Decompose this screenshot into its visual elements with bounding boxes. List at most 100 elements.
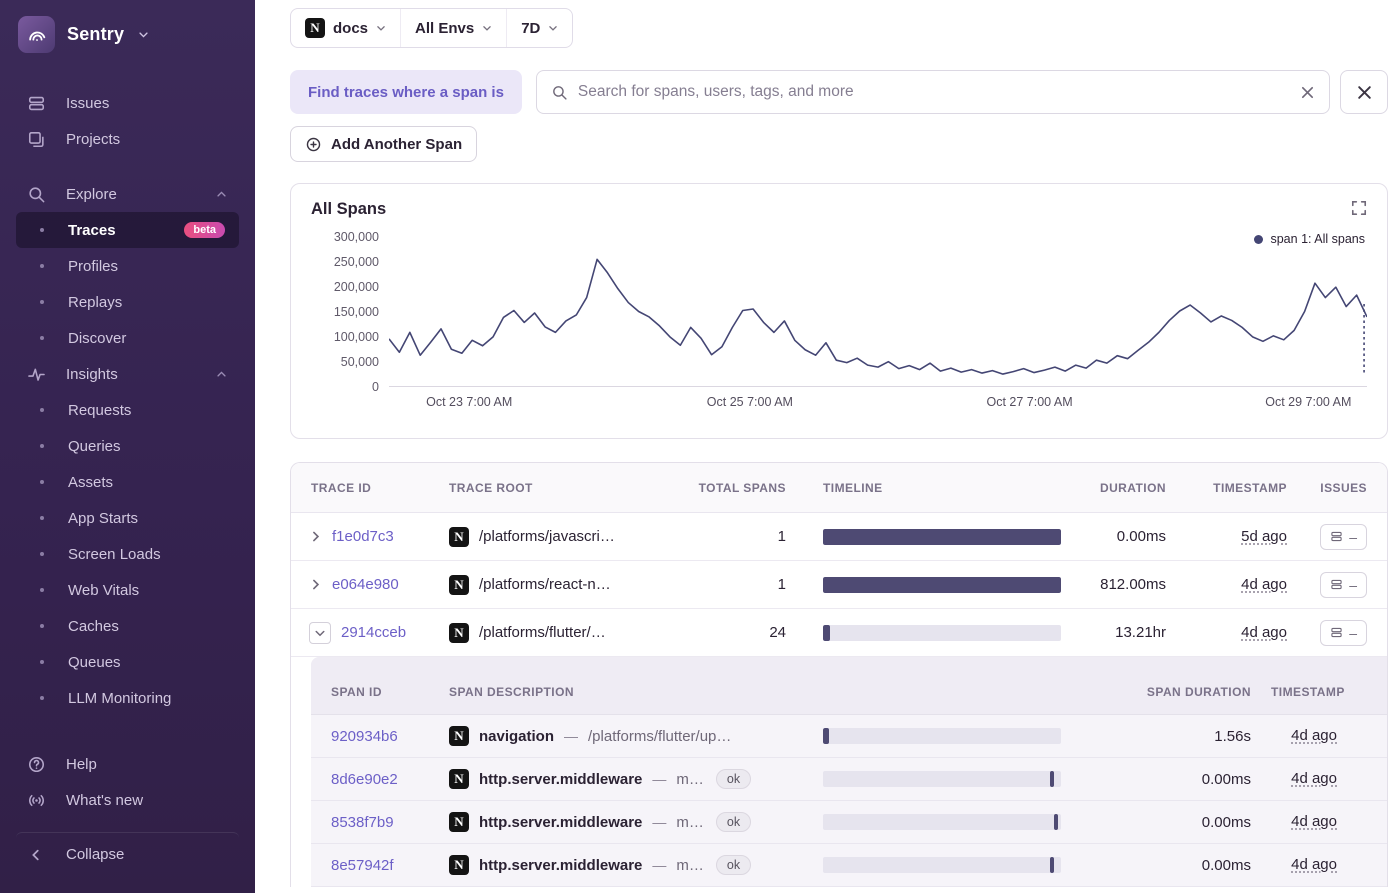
sidebar-section-insights[interactable]: Insights [16, 356, 239, 392]
sidebar-item-traces[interactable]: Traces beta [16, 212, 239, 248]
date-range-value: 7D [521, 19, 541, 37]
chevron-down-icon [482, 23, 492, 33]
bullet-icon [40, 480, 44, 484]
trace-id-link[interactable]: e064e980 [332, 576, 399, 593]
span-timestamp-value[interactable]: 4d ago [1291, 727, 1337, 744]
timestamp-value[interactable]: 4d ago [1241, 576, 1287, 593]
clear-search-icon[interactable] [1300, 85, 1315, 100]
add-another-span-button[interactable]: Add Another Span [290, 126, 478, 162]
sidebar-item-label: App Starts [68, 509, 139, 527]
span-id-link[interactable]: 8d6e90e2 [311, 771, 441, 788]
span-row[interactable]: 8d6e90e2 N http.server.middleware — m… o… [311, 758, 1387, 801]
span-search-input[interactable] [577, 83, 1290, 101]
project-name: docs [333, 19, 369, 37]
traces-table-header: TRACE ID TRACE ROOT TOTAL SPANS TIMELINE… [291, 463, 1387, 513]
sidebar-item-assets[interactable]: Assets [16, 464, 239, 500]
sidebar-item-screen-loads[interactable]: Screen Loads [16, 536, 239, 572]
sidebar-item-requests[interactable]: Requests [16, 392, 239, 428]
table-row[interactable]: f1e0d7c3 N /platforms/javascri… 1 0.00ms… [291, 513, 1387, 561]
collapse-chevron-icon[interactable] [309, 621, 331, 644]
x-tick-label: Oct 25 7:00 AM [706, 395, 793, 409]
sidebar-item-whats-new[interactable]: What's new [16, 782, 239, 818]
x-tick-label: Oct 29 7:00 AM [1265, 395, 1352, 409]
sidebar-item-discover[interactable]: Discover [16, 320, 239, 356]
span-row[interactable]: 8e57942f N http.server.middleware — m… o… [311, 844, 1387, 887]
chart-plot[interactable] [389, 237, 1367, 387]
date-range-selector[interactable]: 7D [506, 9, 572, 47]
span-duration-value: 0.00ms [1201, 813, 1251, 831]
beta-badge: beta [184, 222, 225, 238]
chart-line-series [389, 259, 1367, 374]
find-traces-button[interactable]: Find traces where a span is [290, 70, 522, 114]
span-row[interactable]: 920934b6 N navigation — /platforms/flutt… [311, 715, 1387, 758]
span-id-link[interactable]: 920934b6 [311, 728, 441, 745]
timestamp-value[interactable]: 4d ago [1241, 624, 1287, 641]
span-duration-value: 0.00ms [1201, 770, 1251, 788]
sidebar-item-projects[interactable]: Projects [16, 121, 239, 157]
environment-selector[interactable]: All Envs [400, 9, 506, 47]
issues-button[interactable]: – [1320, 619, 1367, 646]
sidebar-item-help[interactable]: Help [16, 746, 239, 782]
sidebar-item-issues[interactable]: Issues [16, 85, 239, 121]
bullet-icon [40, 588, 44, 592]
span-timestamp-value[interactable]: 4d ago [1291, 770, 1337, 787]
span-op: http.server.middleware [479, 813, 643, 831]
col-total-spans: TOTAL SPANS [698, 480, 786, 495]
sidebar-section-label: Explore [66, 185, 117, 203]
span-timeline-track [823, 857, 1061, 873]
sidebar-item-profiles[interactable]: Profiles [16, 248, 239, 284]
sidebar-item-app-starts[interactable]: App Starts [16, 500, 239, 536]
span-description: m… [676, 856, 704, 874]
issues-icon [1331, 627, 1342, 638]
all-spans-chart-panel: All Spans span 1: All spans 0 50,000 100,0… [290, 183, 1388, 439]
x-tick-label: Oct 27 7:00 AM [986, 395, 1073, 409]
trace-id-link[interactable]: 2914cceb [341, 624, 406, 641]
span-op: http.server.middleware [479, 770, 643, 788]
traces-table: TRACE ID TRACE ROOT TOTAL SPANS TIMELINE… [290, 462, 1388, 887]
trace-root-text: /platforms/flutter/… [479, 624, 606, 641]
project-selector[interactable]: N docs [291, 9, 400, 47]
issues-icon [1331, 531, 1342, 542]
span-duration-value: 1.56s [1214, 727, 1251, 745]
y-tick-label: 150,000 [333, 305, 379, 319]
fullscreen-icon[interactable] [1351, 200, 1367, 216]
timestamp-value[interactable]: 5d ago [1241, 528, 1287, 545]
sidebar-item-replays[interactable]: Replays [16, 284, 239, 320]
chevron-up-icon[interactable] [216, 369, 227, 380]
col-issues: ISSUES [1320, 480, 1367, 495]
duration-value: 13.21hr [1115, 624, 1166, 641]
issues-button[interactable]: – [1320, 571, 1367, 598]
span-timeline-track [823, 814, 1061, 830]
sidebar-item-label: Web Vitals [68, 581, 140, 599]
sidebar-item-web-vitals[interactable]: Web Vitals [16, 572, 239, 608]
table-row[interactable]: e064e980 N /platforms/react-n… 1 812.00m… [291, 561, 1387, 609]
expand-chevron-icon[interactable] [309, 578, 322, 591]
span-row[interactable]: 8538f7b9 N http.server.middleware — m… o… [311, 801, 1387, 844]
duration-value: 0.00ms [1116, 528, 1166, 545]
bullet-icon [40, 660, 44, 664]
chevron-up-icon[interactable] [216, 189, 227, 200]
status-badge: ok [715, 855, 752, 875]
expand-chevron-icon[interactable] [309, 530, 322, 543]
sidebar-item-caches[interactable]: Caches [16, 608, 239, 644]
trace-id-link[interactable]: f1e0d7c3 [332, 528, 394, 545]
sidebar-item-queries[interactable]: Queries [16, 428, 239, 464]
span-timestamp-value[interactable]: 4d ago [1291, 856, 1337, 873]
table-row-expanded[interactable]: 2914cceb N /platforms/flutter/… 24 13.21… [291, 609, 1387, 657]
remove-span-filter-button[interactable] [1340, 70, 1388, 114]
spans-subtable: SPAN ID SPAN DESCRIPTION SPAN DURATION T… [311, 657, 1387, 887]
sidebar-item-queues[interactable]: Queues [16, 644, 239, 680]
bullet-icon [40, 264, 44, 268]
sidebar-collapse-button[interactable]: Collapse [16, 832, 239, 868]
platform-icon: N [449, 726, 469, 746]
span-timestamp-value[interactable]: 4d ago [1291, 813, 1337, 830]
span-id-link[interactable]: 8e57942f [311, 857, 441, 874]
org-switcher[interactable]: Sentry [0, 0, 255, 57]
span-id-link[interactable]: 8538f7b9 [311, 814, 441, 831]
sidebar-item-llm-monitoring[interactable]: LLM Monitoring [16, 680, 239, 716]
platform-icon: N [449, 574, 469, 595]
sidebar-section-explore[interactable]: Explore [16, 176, 239, 212]
y-tick-label: 0 [372, 380, 379, 394]
issues-button[interactable]: – [1320, 523, 1367, 550]
app-root: Sentry Issues Projects Explore Traces be… [0, 0, 1400, 893]
